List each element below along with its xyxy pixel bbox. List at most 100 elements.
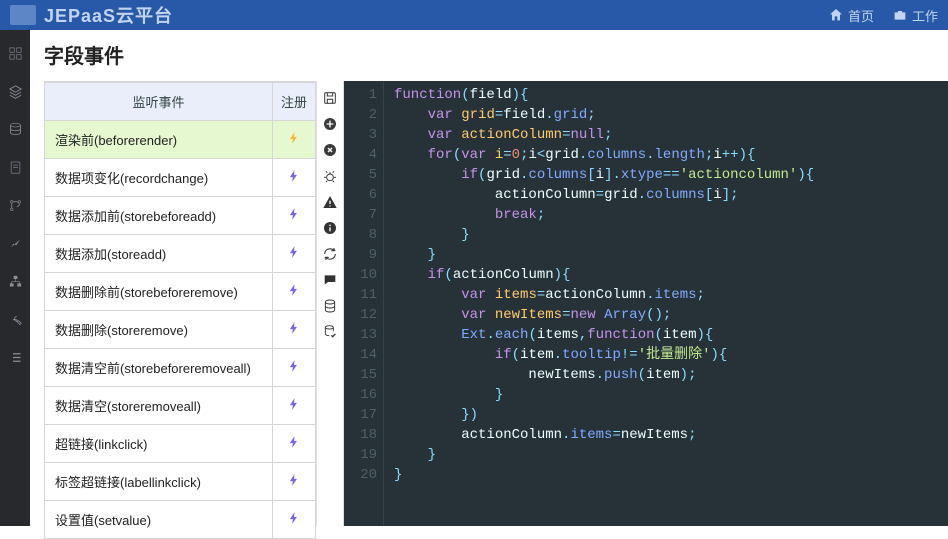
event-register-cell[interactable] xyxy=(273,387,316,425)
tool-refresh[interactable] xyxy=(319,243,341,265)
refresh-icon xyxy=(322,246,338,262)
rail-item-chart[interactable] xyxy=(0,224,30,262)
event-register-cell[interactable] xyxy=(273,121,316,159)
tool-warning[interactable] xyxy=(319,191,341,213)
bolt-icon xyxy=(287,205,301,223)
page-title: 字段事件 xyxy=(30,30,948,81)
tool-debug[interactable] xyxy=(319,165,341,187)
table-row[interactable]: 数据项变化(recordchange) xyxy=(45,159,316,197)
topbar: JEPaaS云平台 首页 工作 xyxy=(0,0,948,30)
code-body[interactable]: function(field){ var grid=field.grid; va… xyxy=(384,81,948,526)
event-name-cell: 数据删除(storeremove) xyxy=(45,311,273,349)
bolt-icon xyxy=(287,357,301,375)
tool-dbcheck[interactable] xyxy=(319,321,341,343)
bolt-icon xyxy=(287,471,301,489)
event-name-cell: 数据添加前(storebeforeadd) xyxy=(45,197,273,235)
database-icon xyxy=(8,122,23,137)
toolstrip xyxy=(316,81,344,526)
left-rail xyxy=(0,30,30,526)
db-check-icon xyxy=(322,324,338,340)
plus-circle-icon xyxy=(322,116,338,132)
rail-item-layers[interactable] xyxy=(0,72,30,110)
table-row[interactable]: 数据添加前(storebeforeadd) xyxy=(45,197,316,235)
rail-item-grid[interactable] xyxy=(0,34,30,72)
table-row[interactable]: 数据添加(storeadd) xyxy=(45,235,316,273)
comment-icon xyxy=(322,272,338,288)
tool-add[interactable] xyxy=(319,113,341,135)
document-icon xyxy=(8,160,23,175)
bolt-icon xyxy=(287,433,301,451)
event-register-cell[interactable] xyxy=(273,501,316,539)
event-register-cell[interactable] xyxy=(273,463,316,501)
rail-item-branch[interactable] xyxy=(0,186,30,224)
rail-item-database[interactable] xyxy=(0,110,30,148)
tool-info[interactable] xyxy=(319,217,341,239)
tool-remove[interactable] xyxy=(319,139,341,161)
bug-icon xyxy=(322,168,338,184)
grid-icon xyxy=(8,46,23,61)
col-register: 注册 xyxy=(273,83,316,121)
event-name-cell: 数据清空(storeremoveall) xyxy=(45,387,273,425)
event-register-cell[interactable] xyxy=(273,235,316,273)
chart-icon xyxy=(8,236,23,251)
bolt-icon xyxy=(287,243,301,261)
db-icon xyxy=(322,298,338,314)
bolt-icon xyxy=(287,281,301,299)
event-name-cell: 数据添加(storeadd) xyxy=(45,235,273,273)
bolt-icon xyxy=(287,167,301,185)
rail-item-org[interactable] xyxy=(0,262,30,300)
event-register-cell[interactable] xyxy=(273,425,316,463)
table-row[interactable]: 设置值(setvalue) xyxy=(45,501,316,539)
table-row[interactable]: 数据清空(storeremoveall) xyxy=(45,387,316,425)
list-icon xyxy=(8,350,23,365)
rail-item-list[interactable] xyxy=(0,338,30,376)
tool-comment[interactable] xyxy=(319,269,341,291)
rail-item-doc[interactable] xyxy=(0,148,30,186)
table-row[interactable]: 超链接(linkclick) xyxy=(45,425,316,463)
brand-title: JEPaaS云平台 xyxy=(44,2,173,28)
tool-db[interactable] xyxy=(319,295,341,317)
layers-icon xyxy=(8,84,23,99)
bolt-icon xyxy=(287,395,301,413)
event-table: 监听事件 注册 渲染前(beforerender)数据项变化(recordcha… xyxy=(44,81,316,526)
event-register-cell[interactable] xyxy=(273,273,316,311)
nav-work-label: 工作 xyxy=(912,6,938,25)
table-row[interactable]: 渲染前(beforerender) xyxy=(45,121,316,159)
table-row[interactable]: 标签超链接(labellinkclick) xyxy=(45,463,316,501)
code-editor[interactable]: 1234567891011121314151617181920 function… xyxy=(344,81,948,526)
x-circle-icon xyxy=(322,142,338,158)
event-name-cell: 超链接(linkclick) xyxy=(45,425,273,463)
event-name-cell: 设置值(setvalue) xyxy=(45,501,273,539)
line-gutter: 1234567891011121314151617181920 xyxy=(344,81,384,526)
event-name-cell: 数据项变化(recordchange) xyxy=(45,159,273,197)
bolt-icon xyxy=(287,129,301,147)
event-register-cell[interactable] xyxy=(273,197,316,235)
event-name-cell: 标签超链接(labellinkclick) xyxy=(45,463,273,501)
event-register-cell[interactable] xyxy=(273,311,316,349)
event-name-cell: 数据清空前(storebeforeremoveall) xyxy=(45,349,273,387)
col-event: 监听事件 xyxy=(45,83,273,121)
branch-icon xyxy=(8,198,23,213)
info-icon xyxy=(322,220,338,236)
nav-home[interactable]: 首页 xyxy=(828,6,874,25)
org-icon xyxy=(8,274,23,289)
nav-home-label: 首页 xyxy=(848,6,874,25)
table-row[interactable]: 数据删除前(storebeforeremove) xyxy=(45,273,316,311)
logo-icon xyxy=(10,5,36,25)
home-icon xyxy=(828,7,844,23)
event-register-cell[interactable] xyxy=(273,349,316,387)
wrench-icon xyxy=(8,312,23,327)
tool-save[interactable] xyxy=(319,87,341,109)
table-row[interactable]: 数据删除(storeremove) xyxy=(45,311,316,349)
save-icon xyxy=(322,90,338,106)
event-name-cell: 渲染前(beforerender) xyxy=(45,121,273,159)
warning-icon xyxy=(322,194,338,210)
nav-work[interactable]: 工作 xyxy=(892,6,938,25)
bolt-icon xyxy=(287,509,301,527)
briefcase-icon xyxy=(892,7,908,23)
event-name-cell: 数据删除前(storebeforeremove) xyxy=(45,273,273,311)
table-row[interactable]: 数据清空前(storebeforeremoveall) xyxy=(45,349,316,387)
bolt-icon xyxy=(287,319,301,337)
rail-item-wrench[interactable] xyxy=(0,300,30,338)
event-register-cell[interactable] xyxy=(273,159,316,197)
